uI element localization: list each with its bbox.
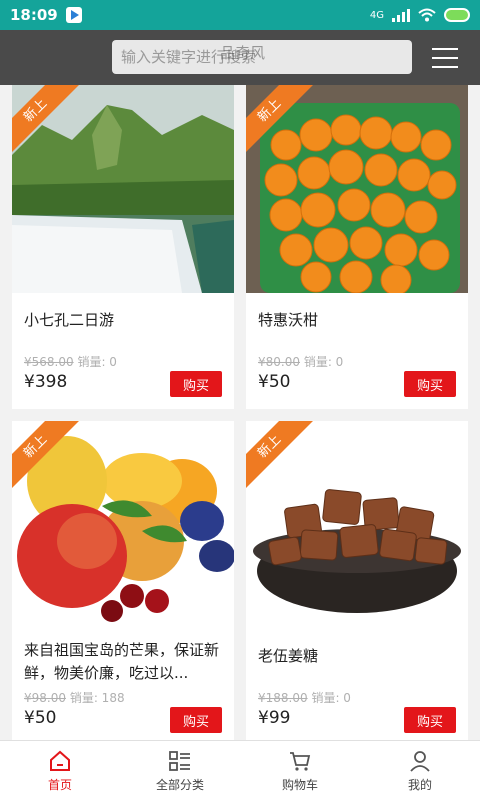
sales-count: 销量: 0 [77, 355, 117, 369]
bottom-nav: 首页 全部分类 购物车 我的 [0, 740, 480, 800]
nav-cart-label: 购物车 [281, 777, 318, 792]
search-input[interactable]: 输入关键字进行搜索 [112, 40, 412, 74]
product-price: ¥99 [258, 708, 291, 728]
user-icon [410, 750, 430, 772]
product-price: ¥50 [258, 372, 291, 392]
product-card[interactable]: 新上 特惠沃柑 ¥80.00 销量: 0 ¥50 购买 [246, 85, 468, 409]
oranges-image: 新上 [246, 85, 468, 293]
original-price: ¥568.00 [24, 355, 74, 369]
menu-icon[interactable] [432, 48, 458, 68]
landscape-image: 新上 [12, 85, 234, 293]
wifi-icon [418, 8, 436, 22]
product-card[interactable]: 新上 来自祖国宝岛的芒果，保证新鲜，物美价廉，吃过以... ¥98.00 销量:… [12, 421, 234, 740]
status-time: 18:09 [10, 6, 58, 24]
nav-home-label: 首页 [47, 777, 72, 792]
app-header: 输入关键字进行搜索 品奇风 [0, 30, 480, 85]
original-price: ¥98.00 [24, 691, 66, 705]
product-price: ¥50 [24, 708, 57, 728]
battery-icon [444, 8, 470, 22]
cart-icon [290, 751, 311, 771]
original-price-row: ¥98.00 销量: 188 [24, 689, 125, 706]
original-price-row: ¥188.00 销量: 0 [258, 689, 351, 706]
nav-profile-label: 我的 [407, 777, 432, 792]
original-price-row: ¥568.00 销量: 0 [24, 353, 117, 370]
category-icon [169, 750, 190, 771]
sales-count: 销量: 0 [311, 691, 351, 705]
status-bar: 18:09 4G [0, 0, 480, 30]
signal-icon [392, 8, 410, 22]
product-grid: 新上 小七孔二日游 ¥568.00 销量: 0 ¥398 购买 新上 特惠沃柑 … [12, 85, 468, 740]
sales-count: 销量: 0 [303, 355, 344, 369]
product-card[interactable]: 新上 老伍姜糖 ¥188.00 销量: 0 ¥99 购买 [246, 421, 468, 740]
nav-category[interactable]: 全部分类 [120, 741, 240, 800]
home-icon [50, 750, 70, 771]
buy-button[interactable]: 购买 [170, 707, 222, 733]
buy-button[interactable]: 购买 [170, 371, 222, 397]
nav-category-label: 全部分类 [155, 777, 204, 792]
nav-home[interactable]: 首页 [0, 741, 120, 800]
original-price: ¥188.00 [258, 691, 308, 705]
status-indicators: 4G [370, 8, 470, 22]
product-card[interactable]: 新上 小七孔二日游 ¥568.00 销量: 0 ¥398 购买 [12, 85, 234, 409]
product-name[interactable]: 特惠沃柑 [258, 309, 458, 332]
original-price: ¥80.00 [258, 355, 300, 369]
product-name[interactable]: 老伍姜糖 [258, 645, 458, 668]
original-price-row: ¥80.00 销量: 0 [258, 353, 343, 370]
product-name[interactable]: 小七孔二日游 [24, 309, 224, 332]
network-type: 4G [369, 9, 384, 21]
ginger-candy-image: 新上 [246, 421, 468, 629]
app-notification-icon [65, 7, 82, 23]
sales-count: 销量: 188 [69, 691, 125, 705]
nav-cart[interactable]: 购物车 [240, 741, 360, 800]
buy-button[interactable]: 购买 [404, 707, 456, 733]
nav-profile[interactable]: 我的 [360, 741, 480, 800]
product-price: ¥398 [24, 372, 68, 392]
buy-button[interactable]: 购买 [404, 371, 456, 397]
fruits-image: 新上 [12, 421, 234, 629]
